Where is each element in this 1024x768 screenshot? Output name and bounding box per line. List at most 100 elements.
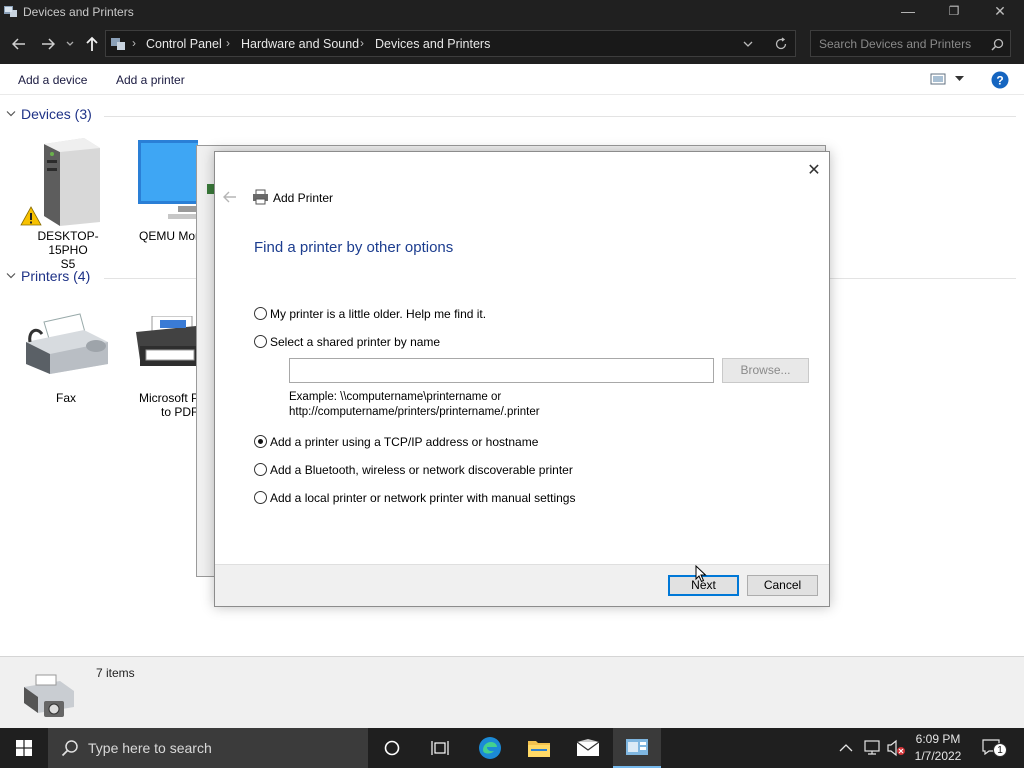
search-input[interactable]: Search Devices and Printers — [819, 37, 971, 51]
mouse-cursor-icon — [695, 565, 707, 583]
show-hidden-icons-icon[interactable] — [839, 743, 853, 752]
details-pane: 7 items — [0, 656, 1024, 728]
device-qemu-monitor[interactable]: QEMU Mon — [134, 138, 202, 248]
windows-logo-icon — [16, 740, 32, 756]
control-panel-icon — [626, 739, 648, 755]
option-label: Add a printer using a TCP/IP address or … — [270, 435, 539, 449]
view-dropdown-icon[interactable] — [955, 76, 964, 82]
printer-icon — [253, 189, 268, 205]
address-bar-row: › Control Panel › Hardware and Sound › D… — [0, 23, 1024, 64]
breadcrumb-separator: › — [360, 36, 364, 50]
breadcrumb-control-panel[interactable]: Control Panel — [146, 37, 222, 51]
collapse-chevron-icon[interactable] — [6, 272, 16, 280]
chevron-down-icon — [66, 41, 74, 46]
search-icon[interactable] — [991, 38, 1004, 51]
breadcrumb-devices-and-printers[interactable]: Devices and Printers — [375, 37, 490, 51]
add-printer-button[interactable]: Add a printer — [116, 73, 185, 87]
search-box[interactable]: Search Devices and Printers — [810, 30, 1011, 57]
control-panel-taskbar-button[interactable] — [613, 728, 661, 768]
forward-button[interactable] — [37, 33, 59, 55]
file-explorer-button[interactable] — [515, 728, 563, 768]
printer-microsoft-pdf[interactable]: Microsoft P to PDF — [130, 312, 200, 422]
device-desktop[interactable]: DESKTOP-15PHO S5 — [18, 138, 118, 271]
clock-date: 1/7/2022 — [914, 749, 962, 763]
task-view-button[interactable] — [416, 728, 464, 768]
start-button[interactable] — [0, 728, 48, 768]
breadcrumb-hardware-and-sound[interactable]: Hardware and Sound — [241, 37, 359, 51]
breadcrumb-separator: › — [226, 36, 230, 50]
dialog-title: Add Printer — [273, 191, 334, 205]
recent-locations-button[interactable] — [62, 33, 78, 55]
task-view-icon — [431, 741, 449, 755]
taskbar-search-box[interactable]: Type here to search — [48, 728, 368, 768]
item-count: 7 items — [96, 666, 135, 680]
printer-fax[interactable]: Fax — [18, 312, 114, 412]
warning-icon — [20, 206, 42, 226]
taskbar: Type here to search 6:09 PM 1/7/2022 1 — [0, 728, 1024, 768]
refresh-icon[interactable] — [774, 37, 788, 51]
cortana-button[interactable] — [368, 728, 416, 768]
device-label: DESKTOP-15PHO S5 — [37, 229, 99, 271]
minimize-button[interactable]: — — [885, 0, 931, 23]
notification-badge: 1 — [993, 743, 1007, 757]
help-icon[interactable]: ? — [991, 71, 1009, 89]
back-button[interactable] — [8, 33, 30, 55]
printer-label: Fax — [55, 391, 76, 405]
search-icon — [61, 740, 78, 757]
example-text: Example: \\computername\printername or h… — [289, 391, 540, 418]
shared-printer-name-input[interactable] — [289, 358, 714, 383]
clock[interactable]: 6:09 PM 1/7/2022 — [912, 732, 964, 763]
edge-button[interactable] — [466, 728, 514, 768]
clock-time: 6:09 PM — [915, 732, 961, 746]
browse-button[interactable]: Browse... — [722, 358, 809, 383]
forward-arrow-icon — [42, 38, 56, 50]
add-printer-dialog: ✕ Add Printer Find a printer by other op… — [214, 151, 830, 607]
devices-printers-icon — [4, 6, 17, 17]
up-button[interactable] — [81, 33, 103, 55]
radio-older-printer[interactable] — [254, 307, 267, 320]
radio-tcpip[interactable] — [254, 435, 267, 448]
collapse-chevron-icon[interactable] — [6, 110, 16, 118]
printers-group-header[interactable]: Printers (4) — [21, 268, 90, 284]
group-divider — [104, 116, 1016, 117]
option-bluetooth[interactable]: Add a Bluetooth, wireless or network dis… — [254, 462, 654, 478]
add-device-button[interactable]: Add a device — [18, 73, 87, 87]
option-tcpip[interactable]: Add a printer using a TCP/IP address or … — [254, 434, 654, 450]
radio-shared-printer[interactable] — [254, 335, 267, 348]
radio-local-printer[interactable] — [254, 491, 267, 504]
network-icon[interactable] — [863, 740, 881, 756]
option-label: Add a local printer or network printer w… — [270, 491, 576, 505]
restore-button[interactable]: ❐ — [931, 0, 977, 23]
printer-icon — [136, 316, 198, 366]
title-bar: Devices and Printers — ❐ ✕ — [0, 0, 1024, 23]
devices-group-header[interactable]: Devices (3) — [21, 106, 92, 122]
mail-button[interactable] — [564, 728, 612, 768]
view-options-icon[interactable] — [930, 73, 946, 85]
svg-text:?: ? — [996, 74, 1003, 88]
close-button[interactable]: ✕ — [977, 0, 1023, 23]
dialog-footer: Next Cancel — [215, 564, 829, 606]
option-older-printer[interactable]: My printer is a little older. Help me fi… — [254, 306, 654, 322]
cancel-button[interactable]: Cancel — [747, 575, 818, 596]
mail-icon — [576, 739, 600, 756]
address-field[interactable]: › Control Panel › Hardware and Sound › D… — [105, 30, 796, 57]
monitor-icon — [138, 140, 198, 219]
breadcrumb-separator: › — [132, 36, 136, 50]
radio-bluetooth[interactable] — [254, 463, 267, 476]
option-shared-printer[interactable]: Select a shared printer by name — [254, 334, 654, 350]
edge-icon — [479, 737, 501, 759]
action-center-button[interactable]: 1 — [978, 737, 1008, 759]
cortana-icon — [384, 740, 400, 756]
up-arrow-icon — [86, 36, 98, 51]
address-dropdown-icon[interactable] — [743, 41, 753, 48]
window-title: Devices and Printers — [23, 5, 134, 19]
dialog-heading: Find a printer by other options — [254, 239, 454, 256]
option-label: My printer is a little older. Help me fi… — [270, 307, 487, 321]
control-panel-icon — [111, 38, 125, 50]
taskbar-search-input[interactable]: Type here to search — [88, 740, 212, 756]
dialog-back-icon[interactable] — [223, 191, 237, 203]
dialog-close-button[interactable]: ✕ — [805, 160, 823, 180]
volume-muted-icon[interactable] — [886, 739, 906, 757]
option-label: Add a Bluetooth, wireless or network dis… — [270, 463, 573, 477]
option-local-printer[interactable]: Add a local printer or network printer w… — [254, 490, 654, 506]
